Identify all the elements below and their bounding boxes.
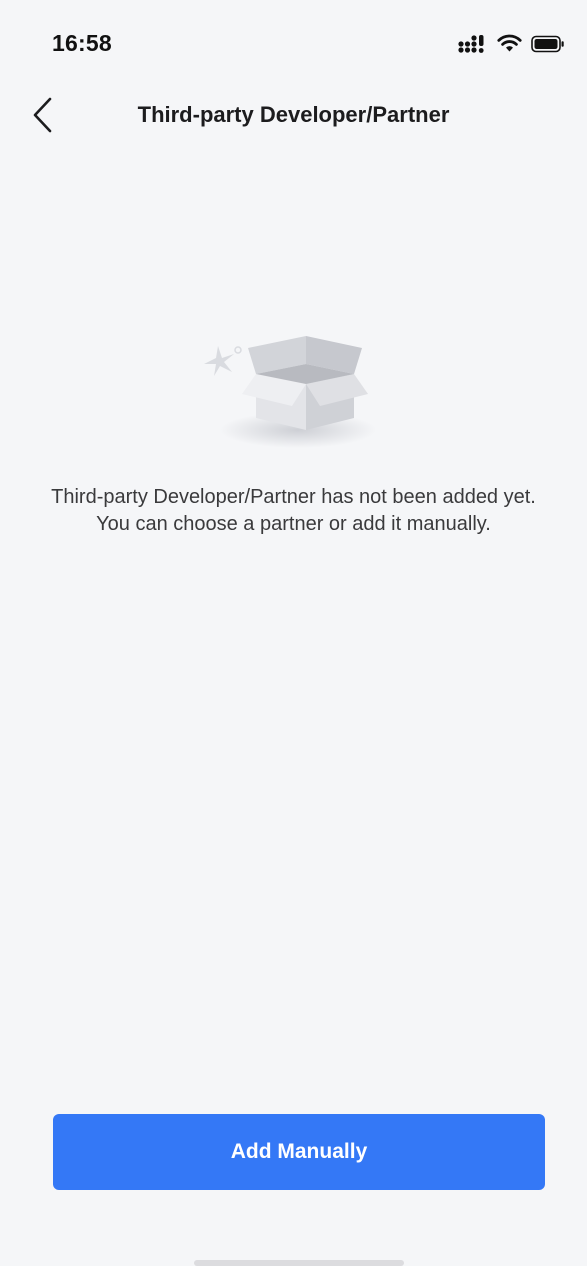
page-title: Third-party Developer/Partner	[137, 102, 450, 127]
wifi-icon	[497, 34, 522, 58]
battery-icon	[531, 35, 565, 58]
status-bar: 16:58	[0, 0, 587, 80]
nav-bar: Third-party Developer/Partner	[0, 80, 587, 152]
empty-state-message: Third-party Developer/Partner has not be…	[51, 486, 536, 535]
add-manually-button[interactable]: Add Manually	[53, 1114, 545, 1190]
open-box-icon	[186, 318, 406, 468]
screen: 16:58 Third-party Developer/Partner Thir…	[0, 0, 587, 1266]
home-indicator	[194, 1260, 404, 1266]
status-time: 16:58	[52, 30, 112, 56]
signal-icon	[458, 34, 488, 58]
status-icons	[458, 34, 565, 58]
